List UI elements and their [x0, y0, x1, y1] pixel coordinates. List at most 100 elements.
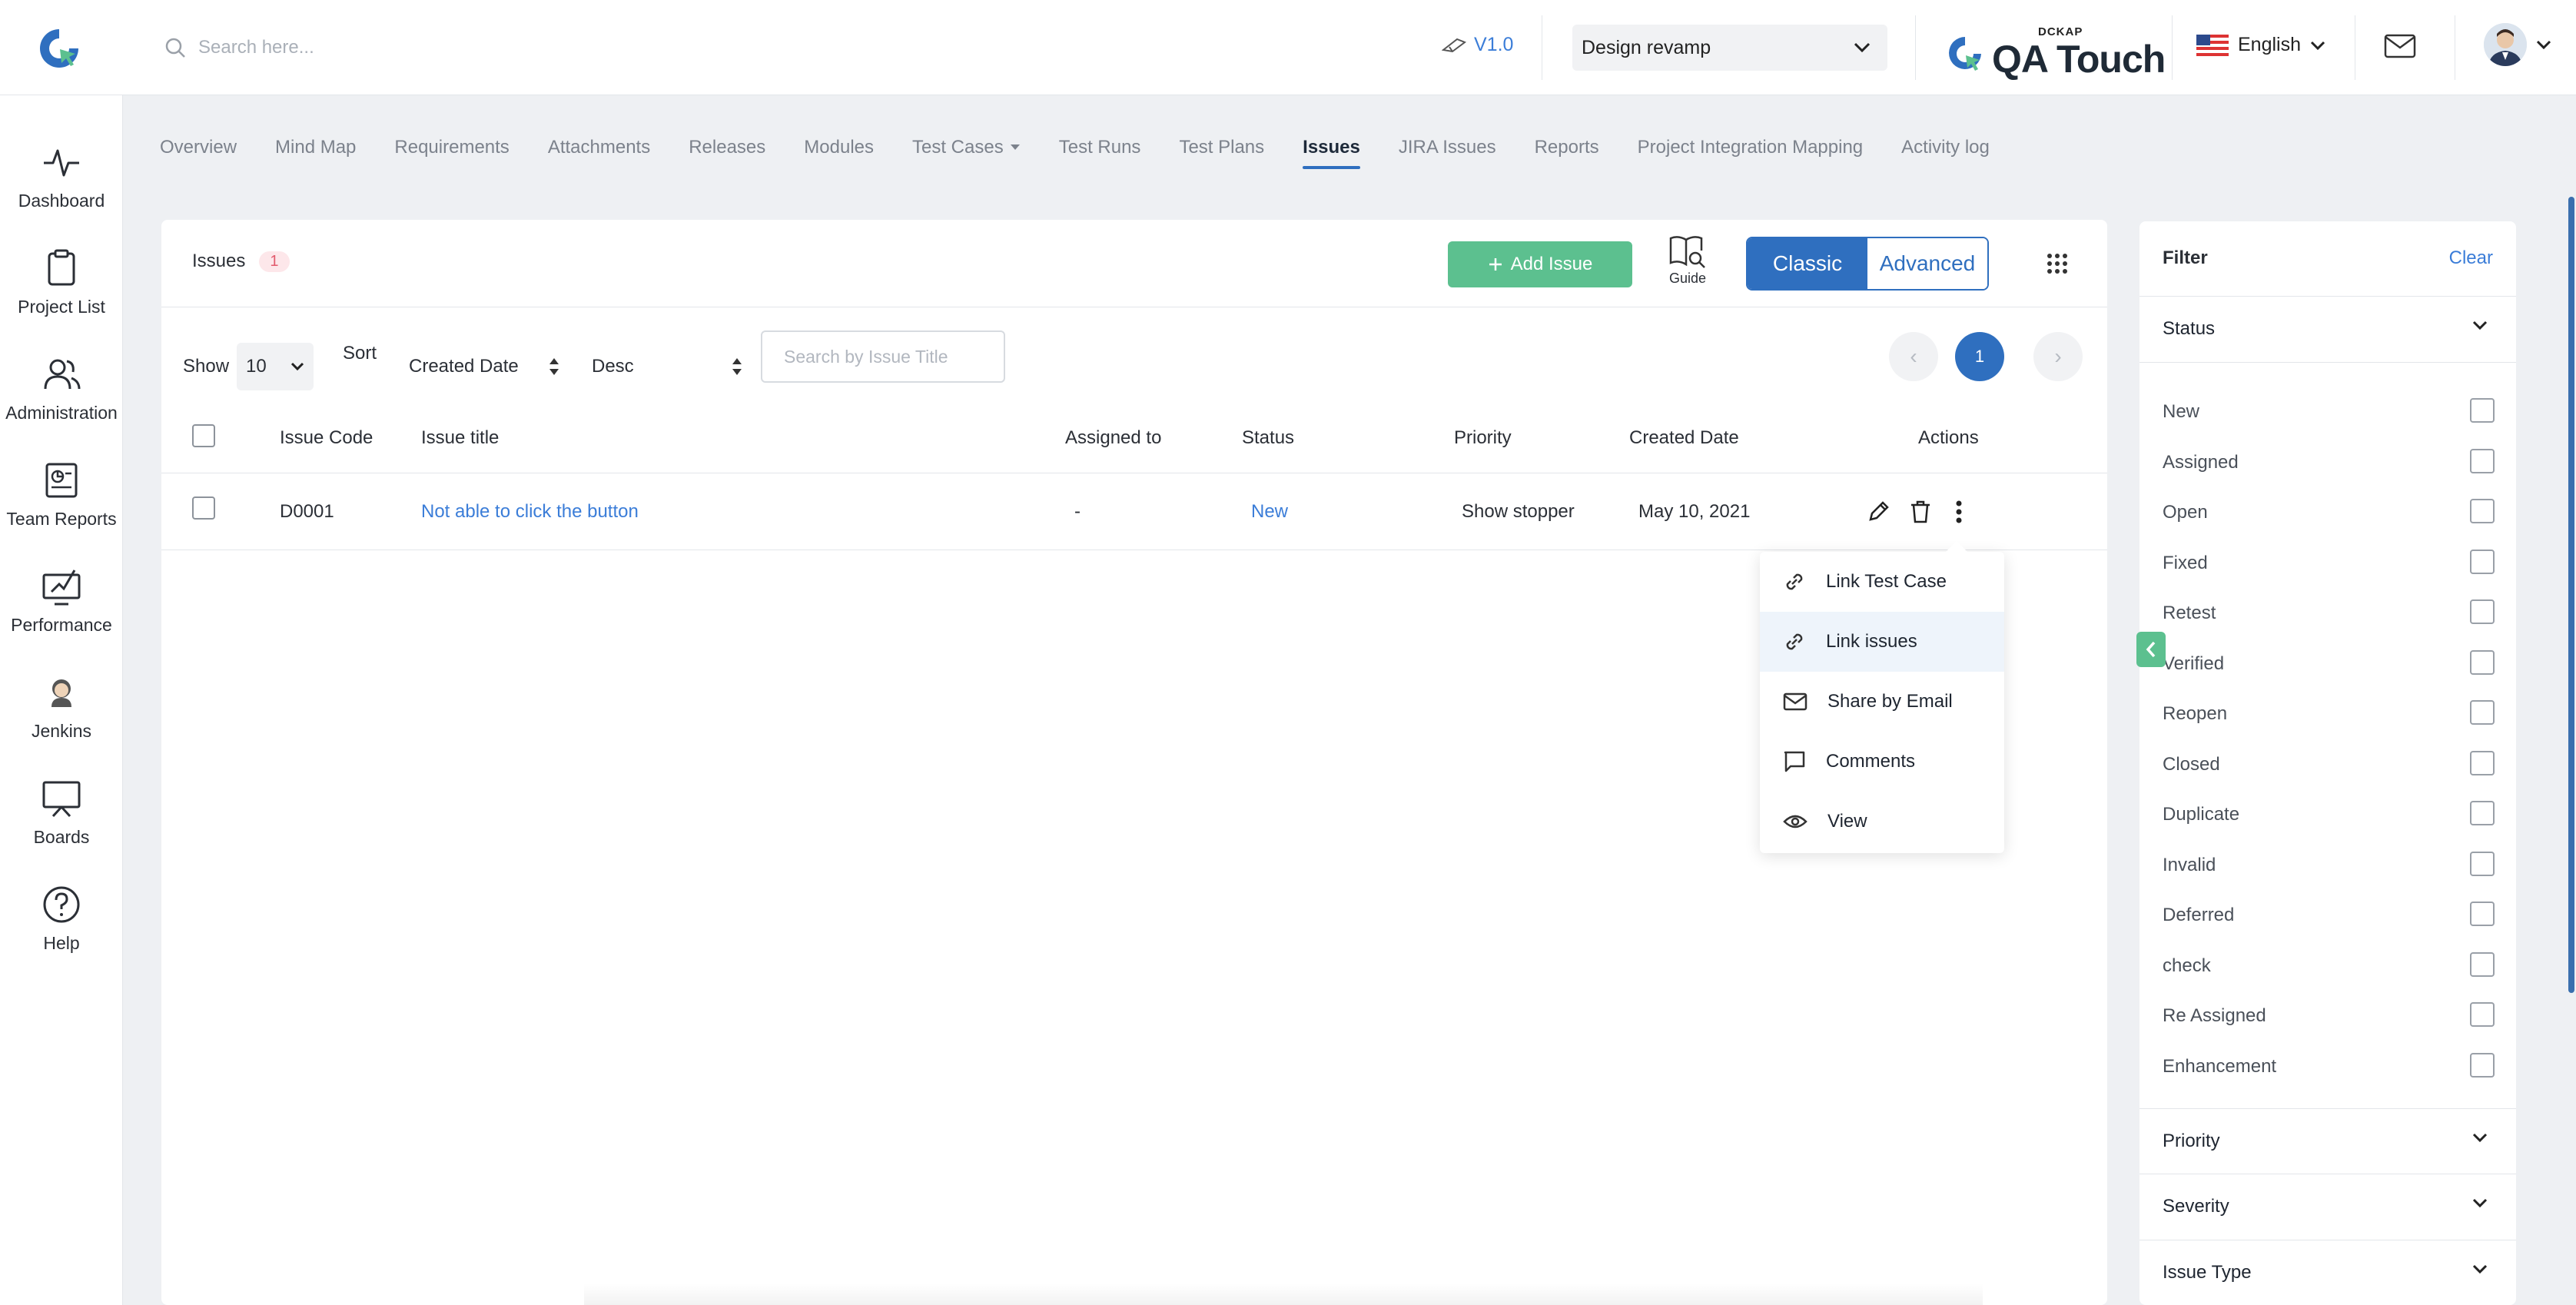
- col-issue-code[interactable]: Issue Code: [280, 427, 373, 449]
- tab-reports[interactable]: Reports: [1535, 132, 1599, 163]
- nav-jenkins[interactable]: Jenkins: [0, 672, 123, 742]
- chevron-down-icon: [2471, 1197, 2488, 1208]
- user-avatar[interactable]: [2484, 23, 2527, 66]
- tab-requirements[interactable]: Requirements: [394, 132, 509, 163]
- page-scrollbar[interactable]: [2568, 197, 2574, 993]
- trash-icon[interactable]: [1909, 500, 1932, 524]
- page-size-value: 10: [246, 356, 267, 377]
- filter-option-checkbox[interactable]: [2470, 549, 2495, 574]
- tab-mind-map[interactable]: Mind Map: [275, 132, 356, 163]
- version-link[interactable]: V1.0: [1442, 34, 1513, 56]
- filter-option-label: New: [2163, 401, 2200, 422]
- plane-icon: [1442, 36, 1466, 55]
- nav-boards[interactable]: Boards: [0, 778, 123, 848]
- nav-administration[interactable]: Administration: [0, 354, 123, 423]
- filter-section-severity[interactable]: Severity: [2139, 1174, 2516, 1240]
- edit-icon[interactable]: [1866, 500, 1891, 524]
- menu-link-test-case[interactable]: Link Test Case: [1760, 552, 2004, 612]
- menu-link-issues[interactable]: Link issues: [1760, 612, 2004, 672]
- filter-section-status[interactable]: Status: [2139, 297, 2516, 363]
- filter-option-checkbox[interactable]: [2470, 499, 2495, 523]
- col-priority[interactable]: Priority: [1454, 427, 1512, 449]
- tab-project-integration-mapping[interactable]: Project Integration Mapping: [1638, 132, 1864, 163]
- nav-label: Team Reports: [6, 509, 117, 529]
- add-issue-label: Add Issue: [1510, 254, 1593, 274]
- nav-team-reports[interactable]: Team Reports: [0, 460, 123, 530]
- filter-option-checkbox[interactable]: [2470, 1052, 2495, 1078]
- project-select[interactable]: Design revamp: [1572, 25, 1887, 71]
- chevron-down-icon[interactable]: [2536, 40, 2551, 49]
- tab-activity-log[interactable]: Activity log: [1901, 132, 1990, 163]
- guide-label: Guide: [1668, 271, 1707, 286]
- sort-arrows-icon: [732, 358, 742, 375]
- menu-comments[interactable]: Comments: [1760, 732, 2004, 792]
- tab-jira-issues[interactable]: JIRA Issues: [1399, 132, 1496, 163]
- add-issue-button[interactable]: Add Issue: [1448, 241, 1632, 287]
- filter-option-checkbox[interactable]: [2470, 801, 2495, 825]
- sort-field-select[interactable]: Created Date: [400, 343, 569, 390]
- grid-menu-icon[interactable]: [2046, 252, 2069, 275]
- menu-view[interactable]: View: [1760, 792, 2004, 852]
- col-status[interactable]: Status: [1242, 427, 1294, 449]
- nav-performance[interactable]: Performance: [0, 566, 123, 636]
- col-issue-title[interactable]: Issue title: [421, 427, 499, 449]
- more-vertical-icon[interactable]: [1955, 500, 1963, 524]
- brand-small-text: DCKAP: [2038, 25, 2083, 38]
- advanced-view-button[interactable]: Advanced: [1867, 238, 1987, 289]
- issue-title-link[interactable]: Not able to click the button: [421, 501, 639, 523]
- app-logo-icon[interactable]: [37, 26, 81, 71]
- classic-view-button[interactable]: Classic: [1748, 238, 1867, 289]
- filter-option-checkbox[interactable]: [2470, 750, 2495, 775]
- filter-option-checkbox[interactable]: [2470, 398, 2495, 423]
- nav-help[interactable]: Help: [0, 884, 123, 954]
- filter-clear-button[interactable]: Clear: [2449, 247, 2493, 269]
- tab-test-cases[interactable]: Test Cases: [912, 132, 1021, 163]
- tab-releases[interactable]: Releases: [689, 132, 765, 163]
- tab-test-runs[interactable]: Test Runs: [1059, 132, 1141, 163]
- chevron-down-icon: [2471, 320, 2488, 330]
- filter-section-priority[interactable]: Priority: [2139, 1108, 2516, 1174]
- tab-test-plans[interactable]: Test Plans: [1179, 132, 1264, 163]
- guide-button[interactable]: Guide: [1668, 234, 1708, 287]
- tab-issues[interactable]: Issues: [1303, 132, 1360, 169]
- col-assigned-to[interactable]: Assigned to: [1065, 427, 1161, 449]
- next-page-button[interactable]: ›: [2033, 332, 2083, 381]
- issue-search-input[interactable]: [784, 346, 982, 367]
- language-select[interactable]: English: [2196, 34, 2325, 56]
- filter-option-checkbox[interactable]: [2470, 700, 2495, 725]
- nav-label: Performance: [11, 615, 112, 635]
- tab-modules[interactable]: Modules: [804, 132, 874, 163]
- tab-attachments[interactable]: Attachments: [548, 132, 650, 163]
- select-all-checkbox[interactable]: [192, 424, 215, 447]
- filter-option-checkbox[interactable]: [2470, 599, 2495, 624]
- prev-page-button[interactable]: ‹: [1889, 332, 1938, 381]
- mail-icon[interactable]: [2384, 32, 2416, 60]
- language-label: English: [2238, 34, 2301, 55]
- filter-option-checkbox[interactable]: [2470, 1002, 2495, 1027]
- filter-option-checkbox[interactable]: [2470, 448, 2495, 473]
- filter-option-checkbox[interactable]: [2470, 649, 2495, 675]
- page-1-button[interactable]: 1: [1955, 332, 2004, 381]
- global-search[interactable]: [164, 31, 583, 65]
- table-header: Issue Code Issue title Assigned to Statu…: [161, 412, 2107, 473]
- row-checkbox[interactable]: [192, 496, 215, 520]
- issue-created-date: May 10, 2021: [1638, 501, 1751, 522]
- page-size-select[interactable]: 10: [237, 343, 314, 390]
- global-search-input[interactable]: [198, 37, 583, 58]
- filter-title: Filter: [2163, 247, 2208, 268]
- collapse-filter-button[interactable]: [2136, 632, 2166, 667]
- filter-option-label: Fixed: [2163, 552, 2208, 573]
- nav-dashboard[interactable]: Dashboard: [0, 141, 123, 211]
- col-created-date[interactable]: Created Date: [1629, 427, 1739, 449]
- nav-project-list[interactable]: Project List: [0, 247, 123, 317]
- issue-search-box[interactable]: [761, 330, 1005, 383]
- sort-order-control: Desc: [583, 343, 752, 390]
- menu-share-by-email[interactable]: Share by Email: [1760, 672, 2004, 732]
- sort-order-select[interactable]: Desc: [583, 343, 752, 390]
- filter-section-issue-type[interactable]: Issue Type: [2139, 1240, 2516, 1305]
- filter-option-checkbox[interactable]: [2470, 951, 2495, 977]
- filter-section-label: Severity: [2163, 1196, 2229, 1217]
- filter-option-checkbox[interactable]: [2470, 902, 2495, 926]
- filter-option-checkbox[interactable]: [2470, 851, 2495, 876]
- tab-overview[interactable]: Overview: [160, 132, 237, 163]
